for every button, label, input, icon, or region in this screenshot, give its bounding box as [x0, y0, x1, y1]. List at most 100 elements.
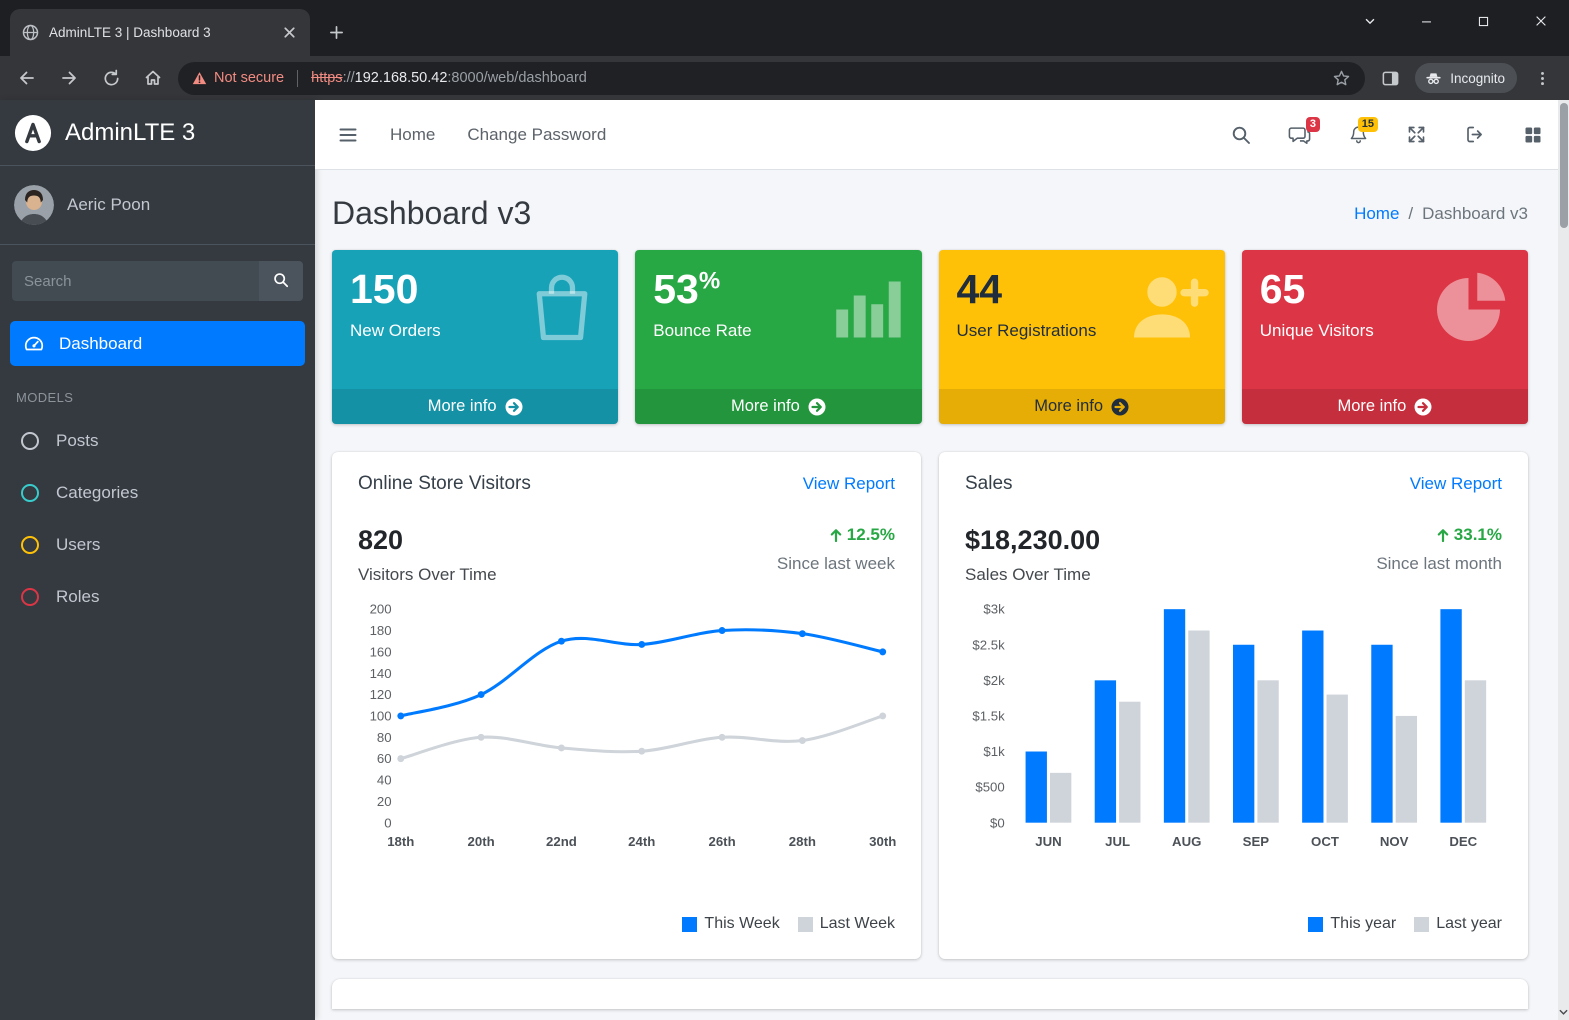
logout-button[interactable]	[1464, 124, 1486, 145]
search-input[interactable]	[12, 261, 259, 301]
circle-icon	[21, 432, 39, 450]
visitors-legend: This Week Last Week	[332, 915, 921, 959]
browser-menu-button[interactable]	[1525, 61, 1559, 95]
svg-text:160: 160	[370, 644, 392, 659]
messages-button[interactable]: 3	[1288, 116, 1320, 146]
more-info-link[interactable]: More info	[1241, 389, 1528, 424]
address-divider	[297, 69, 299, 87]
view-report-link[interactable]: View Report	[1410, 474, 1502, 494]
visitors-delta: 12.5%	[777, 525, 895, 545]
window-maximize-button[interactable]	[1455, 0, 1512, 42]
sidebar-toggle-button[interactable]	[338, 125, 358, 145]
chart-cards-row: Online Store Visitors View Report 820 Vi…	[332, 452, 1528, 959]
address-bar[interactable]: Not secure https://192.168.50.42:8000/we…	[178, 61, 1366, 95]
forward-button[interactable]	[52, 61, 86, 95]
maximize-icon	[1478, 16, 1489, 26]
small-box-label: Bounce Rate	[653, 321, 752, 341]
sales-card: Sales View Report $18,230.00 Sales Over …	[939, 452, 1528, 959]
chevron-down-icon	[1559, 1009, 1568, 1015]
nav-link-home[interactable]: Home	[390, 125, 435, 145]
small-box-value: 44	[956, 266, 1003, 312]
hamburger-icon	[339, 128, 357, 141]
window-controls	[1341, 0, 1569, 42]
svg-text:JUL: JUL	[1105, 834, 1130, 849]
window-chevron-button[interactable]	[1341, 0, 1398, 42]
sidebar-item-categories[interactable]: Categories	[0, 467, 315, 519]
grid-icon	[1525, 127, 1541, 142]
visitors-value: 820	[358, 525, 404, 555]
breadcrumb: Home / Dashboard v3	[1354, 204, 1528, 224]
url-text[interactable]: https://192.168.50.42:8000/web/dashboard	[311, 70, 587, 86]
sidebar-item-label: Users	[56, 535, 101, 554]
window-minimize-button[interactable]	[1398, 0, 1455, 42]
notifications-button[interactable]: 15	[1348, 116, 1378, 146]
scrollbar-thumb[interactable]	[1559, 103, 1568, 228]
navbar-search-button[interactable]	[1231, 125, 1251, 145]
scrollbar-down-arrow[interactable]	[1558, 1006, 1569, 1018]
svg-text:$2k: $2k	[983, 673, 1005, 688]
sidebar-item-label: Categories	[56, 483, 139, 502]
search-submit-button[interactable]	[259, 261, 303, 301]
sidebar-item-users[interactable]: Users	[0, 519, 315, 571]
next-card-top	[332, 979, 1528, 1009]
window-close-button[interactable]	[1512, 0, 1569, 42]
new-tab-button[interactable]	[320, 16, 352, 48]
small-box-inner: 65 Unique Visitors	[1242, 250, 1528, 357]
side-panel-button[interactable]	[1373, 61, 1407, 95]
page-scrollbar[interactable]	[1558, 100, 1569, 1020]
more-info-link[interactable]: More info	[332, 389, 619, 424]
svg-text:0: 0	[384, 815, 391, 830]
svg-text:$1k: $1k	[983, 744, 1005, 759]
card-header: Sales View Report	[939, 452, 1528, 501]
view-report-link[interactable]: View Report	[803, 474, 895, 494]
top-navbar: Home Change Password 3 15	[315, 100, 1569, 170]
browser-toolbar: Not secure https://192.168.50.42:8000/we…	[0, 56, 1569, 100]
home-button[interactable]	[136, 61, 170, 95]
visitors-value-label: Visitors Over Time	[358, 565, 497, 584]
more-info-link[interactable]: More info	[938, 389, 1225, 424]
browser-tab[interactable]: AdminLTE 3 | Dashboard 3	[10, 9, 310, 56]
navbar-right: 3 15	[1231, 116, 1543, 146]
small-box-value-sup: %	[698, 267, 721, 295]
svg-text:140: 140	[370, 666, 392, 681]
brand[interactable]: AdminLTE 3	[0, 100, 315, 166]
more-info-label: More info	[730, 397, 800, 415]
sidebar-item-posts[interactable]: Posts	[0, 415, 315, 467]
avatar[interactable]	[14, 185, 54, 225]
nav-link-change-password[interactable]: Change Password	[467, 125, 606, 145]
page-title: Dashboard v3	[332, 195, 532, 231]
svg-text:$500: $500	[975, 780, 1004, 795]
grid-layout-button[interactable]	[1523, 125, 1543, 145]
adminlte-logo-icon	[14, 114, 52, 151]
legend-item: Last Week	[797, 915, 895, 933]
legend-item: This year	[1308, 915, 1396, 933]
bookmark-star-icon[interactable]	[1332, 69, 1351, 88]
breadcrumb-separator: /	[1408, 203, 1414, 223]
brand-label: AdminLTE 3	[65, 118, 196, 146]
sidebar-item-roles[interactable]: Roles	[0, 571, 315, 623]
search-icon	[274, 272, 289, 287]
not-secure-label[interactable]: Not secure	[214, 70, 284, 86]
tab-favicon-globe-icon	[22, 24, 39, 41]
sales-delta: 33.1%	[1376, 525, 1502, 545]
sales-bar-chart: $0 $500 $1k $1.5k $2k $2.5k $3k JUN JUL AUG SEP OCT…	[972, 602, 1487, 849]
svg-text:40: 40	[377, 773, 392, 788]
notifications-badge: 15	[1357, 116, 1378, 133]
user-name[interactable]: Aeric Poon	[67, 195, 150, 215]
svg-text:$0: $0	[990, 815, 1005, 830]
arrow-circle-right-icon	[808, 398, 826, 415]
tab-close-icon[interactable]	[281, 24, 298, 41]
more-info-link[interactable]: More info	[635, 389, 922, 424]
sales-legend: This year Last year	[939, 915, 1528, 959]
browser-window: AdminLTE 3 | Dashboard 3 Not secure http…	[0, 0, 1569, 1020]
incognito-badge[interactable]: Incognito	[1415, 63, 1517, 93]
legend-swatch	[682, 916, 698, 932]
circle-icon	[21, 536, 39, 554]
fullscreen-button[interactable]	[1406, 124, 1427, 145]
breadcrumb-home-link[interactable]: Home	[1354, 204, 1399, 224]
sidebar-item-dashboard[interactable]: Dashboard	[10, 321, 305, 366]
breadcrumb-current: Dashboard v3	[1422, 203, 1528, 223]
svg-text:28th: 28th	[789, 834, 816, 849]
reload-button[interactable]	[94, 61, 128, 95]
back-button[interactable]	[10, 61, 44, 95]
